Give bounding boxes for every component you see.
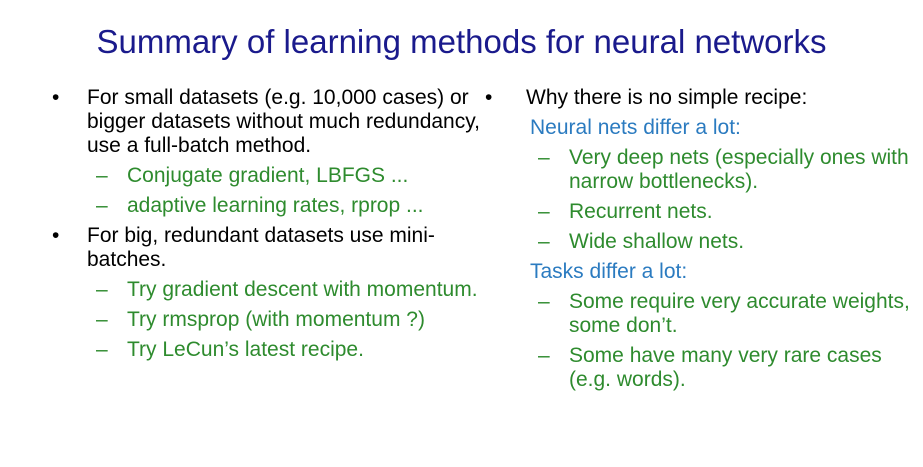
sub-item: – Very deep nets (especially ones with n… <box>480 146 920 194</box>
bullet-text: For small datasets (e.g. 10,000 cases) o… <box>87 86 481 157</box>
sub-list: – Try gradient descent with momentum. – … <box>40 278 480 362</box>
dash-icon: – <box>538 230 550 253</box>
sub-item-text: Try rmsprop (with momentum ?) <box>127 308 425 331</box>
dash-icon: – <box>538 290 550 313</box>
bullet-text: Why there is no simple recipe: <box>526 86 808 109</box>
sub-list: – Very deep nets (especially ones with n… <box>480 146 920 254</box>
group-heading: Neural nets differ a lot: <box>530 116 741 139</box>
sub-item: – Try LeCun’s latest recipe. <box>40 338 480 362</box>
sub-list: – Some require very accurate weights, so… <box>480 290 920 392</box>
sub-item: – Some have many very rare cases (e.g. w… <box>480 344 920 392</box>
sub-item-text: Some require very accurate weights, some… <box>569 290 910 337</box>
dash-icon: – <box>538 146 550 169</box>
bullet-text: For big, redundant datasets use mini-bat… <box>87 224 435 271</box>
sub-item-text: adaptive learning rates, rprop ... <box>127 194 424 217</box>
dash-icon: – <box>96 278 108 301</box>
dash-icon: – <box>538 344 550 367</box>
bullet-item: • For big, redundant datasets use mini-b… <box>40 224 480 272</box>
sub-item: – Some require very accurate weights, so… <box>480 290 920 338</box>
slide: Summary of learning methods for neural n… <box>0 0 923 467</box>
sub-item: – adaptive learning rates, rprop ... <box>40 194 480 218</box>
sub-item: – Wide shallow nets. <box>480 230 920 254</box>
sub-item: – Conjugate gradient, LBFGS ... <box>40 164 480 188</box>
right-column: • Why there is no simple recipe: Neural … <box>480 86 920 398</box>
sub-item-text: Conjugate gradient, LBFGS ... <box>127 164 409 187</box>
sub-item-text: Some have many very rare cases (e.g. wor… <box>569 344 882 391</box>
sub-list: – Conjugate gradient, LBFGS ... – adapti… <box>40 164 480 218</box>
dash-icon: – <box>96 194 108 217</box>
dash-icon: – <box>96 308 108 331</box>
bullet-item: • Why there is no simple recipe: <box>480 86 920 110</box>
sub-item: – Recurrent nets. <box>480 200 920 224</box>
sub-item-text: Try LeCun’s latest recipe. <box>127 338 364 361</box>
slide-title: Summary of learning methods for neural n… <box>96 23 827 60</box>
sub-item-text: Recurrent nets. <box>569 200 713 223</box>
group-heading: Tasks differ a lot: <box>530 260 688 283</box>
dash-icon: – <box>96 164 108 187</box>
sub-item-text: Wide shallow nets. <box>569 230 745 253</box>
sub-item-text: Try gradient descent with momentum. <box>127 278 478 301</box>
bullet-icon: • <box>485 86 493 109</box>
bullet-item: • For small datasets (e.g. 10,000 cases)… <box>40 86 480 158</box>
dash-icon: – <box>96 338 108 361</box>
sub-item: – Try rmsprop (with momentum ?) <box>40 308 480 332</box>
bullet-icon: • <box>52 86 60 109</box>
sub-item-text: Very deep nets (especially ones with nar… <box>569 146 909 193</box>
dash-icon: – <box>538 200 550 223</box>
left-column: • For small datasets (e.g. 10,000 cases)… <box>40 86 480 368</box>
bullet-icon: • <box>52 224 60 247</box>
sub-item: – Try gradient descent with momentum. <box>40 278 480 302</box>
